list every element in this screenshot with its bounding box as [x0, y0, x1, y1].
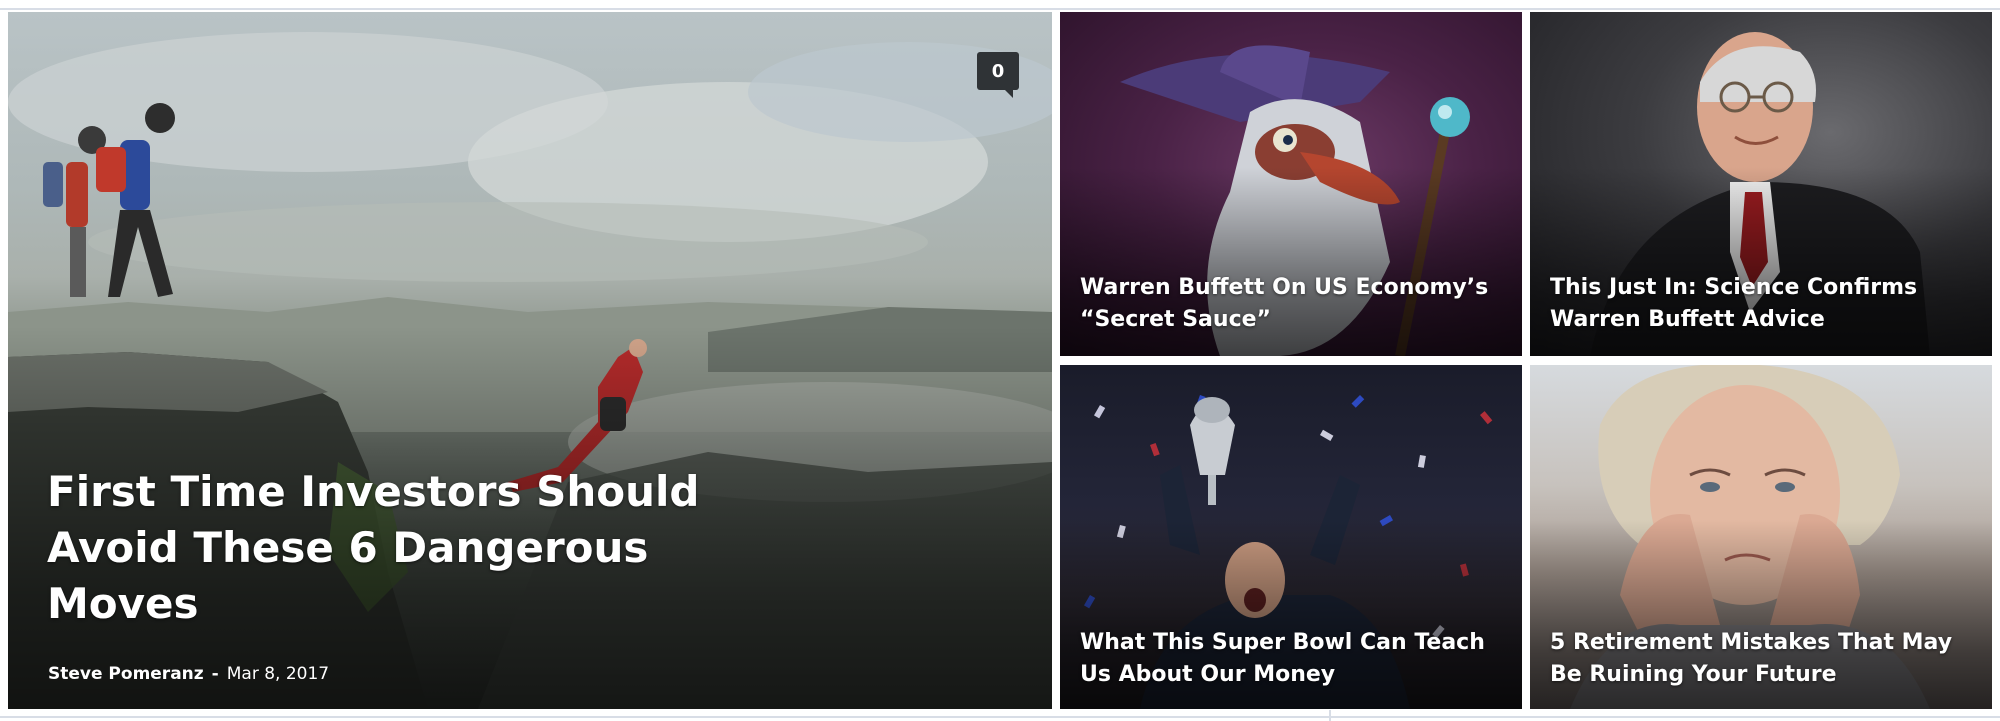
hero-article-card[interactable]: 0 First Time Investors Should Avoid Thes…	[8, 12, 1052, 709]
article-card-retirement-mistakes[interactable]: 5 Retirement Mistakes That May Be Ruinin…	[1530, 365, 1992, 709]
article-title[interactable]: What This Super Bowl Can Teach Us About …	[1080, 627, 1500, 691]
comment-count: 0	[991, 60, 1005, 82]
article-byline: Steve Pomeranz - Mar 8, 2017	[48, 664, 329, 684]
divider	[0, 716, 2000, 718]
comment-count-badge[interactable]: 0	[977, 52, 1019, 98]
article-card-science-buffett[interactable]: This Just In: Science Confirms Warren Bu…	[1530, 12, 1992, 356]
author-link[interactable]: Steve Pomeranz	[48, 664, 204, 684]
byline-separator: -	[211, 664, 219, 684]
article-title[interactable]: Warren Buffett On US Economy’s “Secret S…	[1080, 272, 1500, 336]
divider	[1329, 710, 1331, 721]
publish-date: Mar 8, 2017	[226, 664, 330, 684]
hero-article-title[interactable]: First Time Investors Should Avoid These …	[47, 464, 807, 632]
article-title[interactable]: 5 Retirement Mistakes That May Be Ruinin…	[1550, 627, 1970, 691]
divider	[0, 8, 2000, 10]
article-card-super-bowl[interactable]: What This Super Bowl Can Teach Us About …	[1060, 365, 1522, 709]
article-title[interactable]: This Just In: Science Confirms Warren Bu…	[1550, 272, 1970, 336]
featured-grid: 0 First Time Investors Should Avoid Thes…	[0, 0, 2000, 721]
article-card-buffett-economy[interactable]: Warren Buffett On US Economy’s “Secret S…	[1060, 12, 1522, 356]
